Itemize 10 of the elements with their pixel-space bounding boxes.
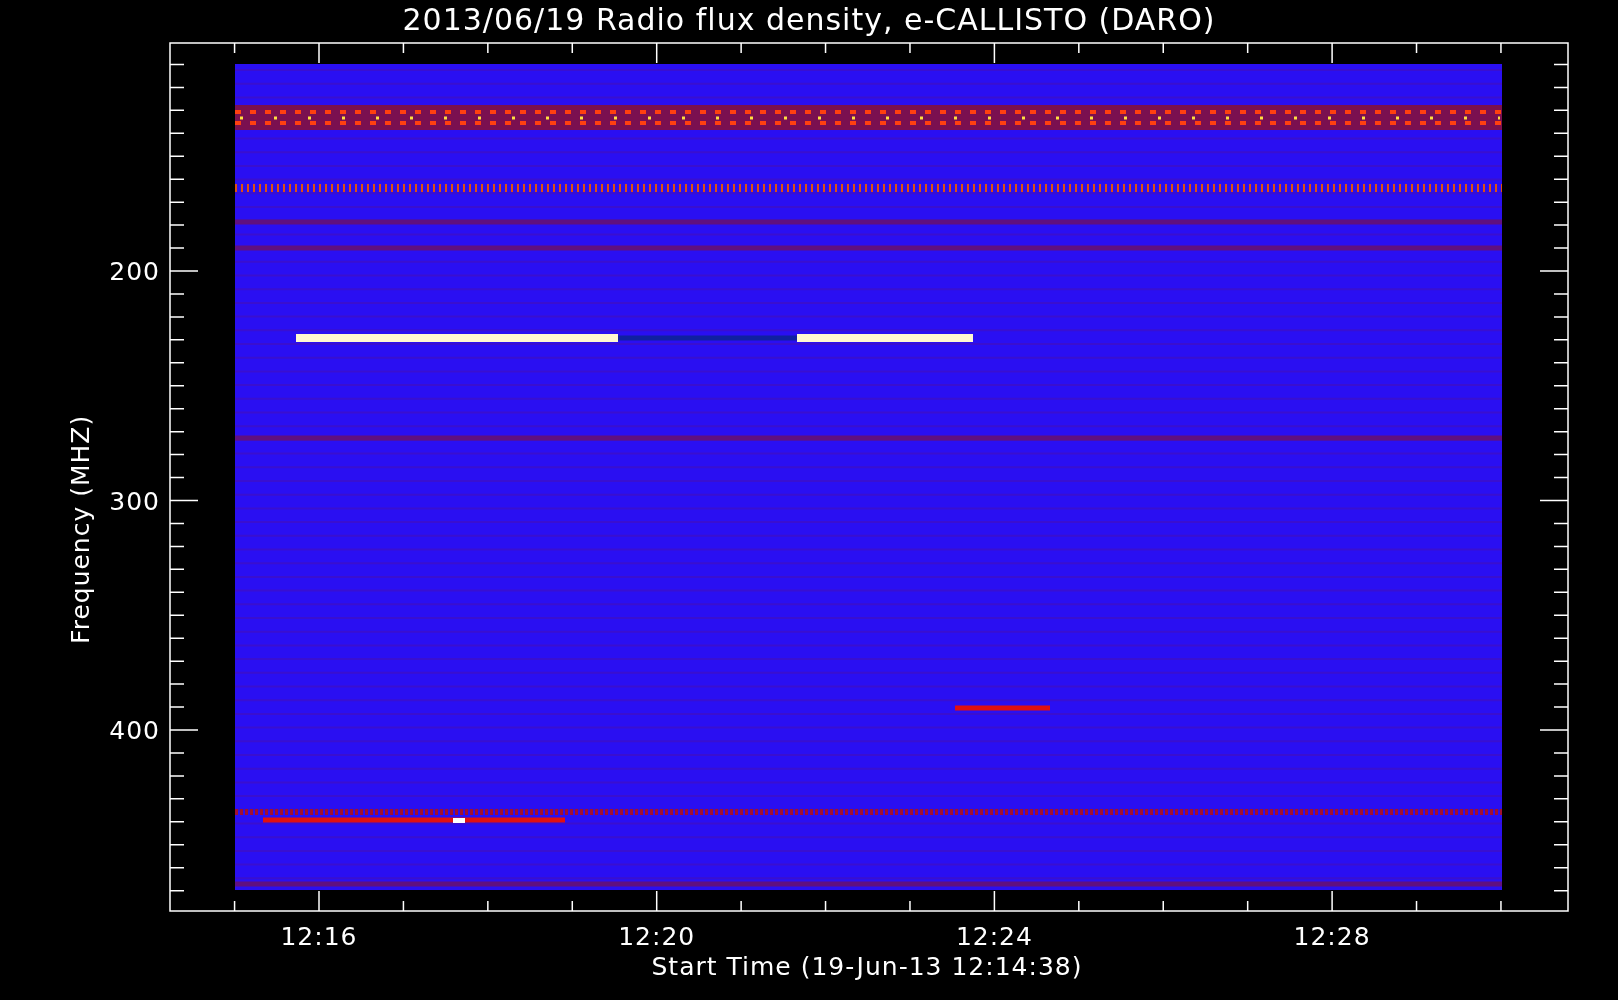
y-tick-label: 300 [109,486,160,516]
x-tick-label: 12:16 [280,922,358,951]
y-tick-label: 400 [109,716,160,745]
x-tick-label: 12:24 [955,922,1033,951]
x-tick-label: 12:28 [1293,922,1371,951]
chart-title: 2013/06/19 Radio flux density, e-CALLISTO (DARO) [402,2,1216,37]
y-tick-label: 200 [109,257,160,286]
y-axis-label: Frequency (MHZ) [66,414,95,644]
x-axis-label: Start Time (19-Jun-13 12:14:38) [651,952,1083,981]
x-tick-label: 12:20 [618,922,696,951]
